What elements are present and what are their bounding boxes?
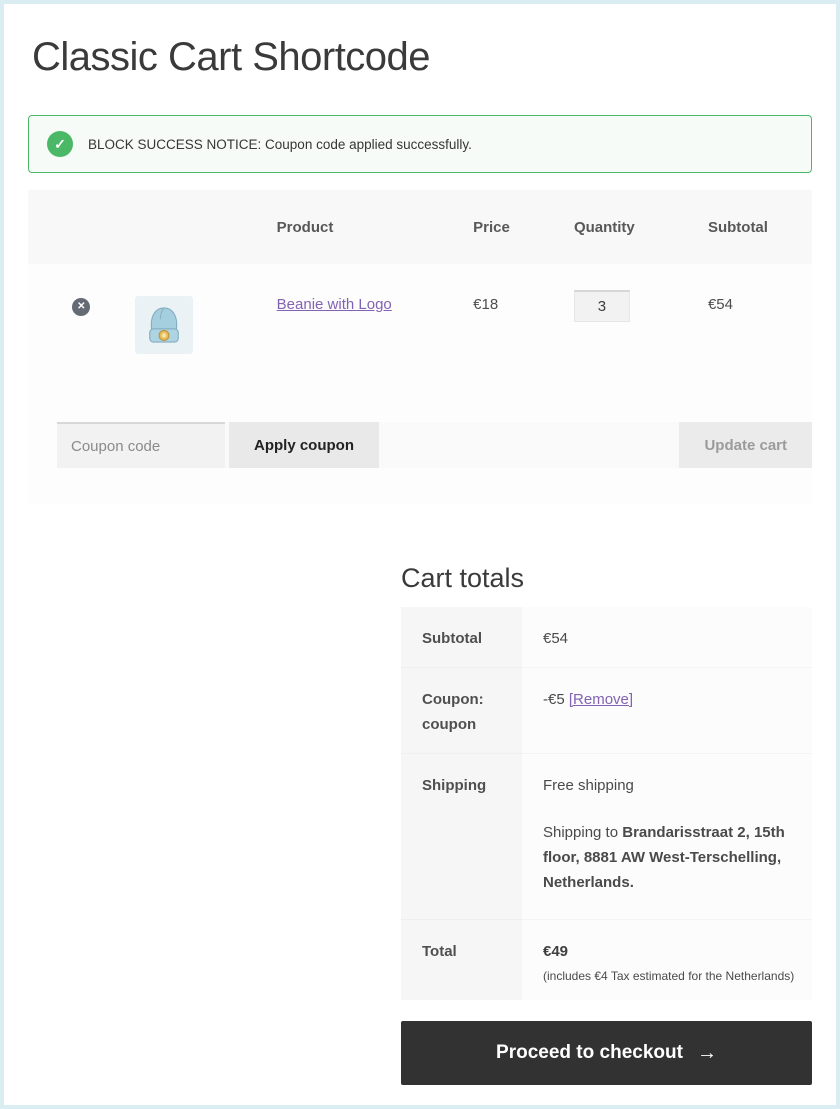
- cart-page: Classic Cart Shortcode ✓ BLOCK SUCCESS N…: [4, 34, 836, 1105]
- remove-coupon-link[interactable]: [Remove]: [569, 691, 633, 708]
- cart-item-row: ✕ Beanie with Logo €18 3 €54: [28, 264, 812, 390]
- total-label: Total: [401, 919, 522, 1000]
- cart-table-header-row: Product Price Quantity Subtotal: [28, 190, 812, 264]
- subtotal-column-header: Subtotal: [678, 190, 812, 264]
- cart-collaterals: Cart totals Subtotal €54 Coupon: coupon …: [401, 562, 812, 1085]
- cart-totals-heading: Cart totals: [401, 563, 525, 593]
- arrow-right-icon: →: [696, 1041, 717, 1064]
- success-notice-text: BLOCK SUCCESS NOTICE: Coupon code applie…: [88, 136, 472, 152]
- shipping-to-prefix: Shipping to: [543, 824, 623, 841]
- proceed-to-checkout-button[interactable]: Proceed to checkout →: [401, 1021, 812, 1085]
- shipping-method: Free shipping: [543, 777, 634, 794]
- product-price-cell: €18: [444, 264, 545, 390]
- cart-actions-cell: Apply coupon Update cart: [28, 390, 812, 504]
- product-name-cell: Beanie with Logo: [247, 264, 445, 390]
- page-title: Classic Cart Shortcode: [32, 35, 431, 79]
- actions-spacer: [379, 422, 679, 468]
- quantity-input[interactable]: [573, 290, 630, 322]
- total-row: Total €49 (includes €4 Tax estimated for…: [401, 919, 812, 1000]
- coupon-code-input[interactable]: [57, 422, 225, 468]
- shipping-destination: Shipping to Brandarisstraat 2, 15th floo…: [543, 820, 796, 895]
- total-amount: €49: [543, 943, 569, 960]
- success-check-icon: ✓: [47, 131, 73, 157]
- apply-coupon-button[interactable]: Apply coupon: [229, 422, 379, 468]
- coupon-discount-value: -€5: [543, 691, 565, 708]
- coupon-value-cell: -€5 [Remove]: [522, 667, 812, 754]
- product-column-header: Product: [247, 190, 445, 264]
- cart-actions-bar: Apply coupon Update cart: [57, 422, 812, 468]
- product-name-link[interactable]: Beanie with Logo: [277, 296, 392, 313]
- checkout-button-label: Proceed to checkout: [496, 1042, 683, 1063]
- remove-item-icon[interactable]: ✕: [72, 297, 91, 316]
- shipping-value-cell: Free shipping Shipping to Brandarisstraa…: [522, 753, 812, 920]
- product-thumbnail-cell: [105, 264, 248, 390]
- product-quantity-cell: [544, 264, 679, 390]
- success-notice: ✓ BLOCK SUCCESS NOTICE: Coupon code appl…: [28, 115, 812, 173]
- product-subtotal-cell: €54: [678, 264, 812, 390]
- product-thumbnail[interactable]: [134, 296, 193, 354]
- beanie-image: [148, 307, 179, 343]
- subtotal-row: Subtotal €54: [401, 607, 812, 668]
- thumbnail-column-header: [105, 190, 248, 264]
- update-cart-button[interactable]: Update cart: [679, 422, 812, 468]
- remove-item-cell: ✕: [28, 264, 106, 390]
- shipping-label: Shipping: [401, 753, 522, 920]
- cart-table: Product Price Quantity Subtotal ✕ Beanie…: [28, 190, 812, 504]
- coupon-label: Coupon: coupon: [401, 667, 522, 754]
- coupon-row: Coupon: coupon -€5 [Remove]: [401, 667, 812, 754]
- cart-actions-row: Apply coupon Update cart: [28, 390, 812, 504]
- shipping-row: Shipping Free shipping Shipping to Brand…: [401, 753, 812, 920]
- quantity-column-header: Quantity: [544, 190, 679, 264]
- subtotal-label: Subtotal: [401, 607, 522, 668]
- remove-column-header: [28, 190, 106, 264]
- subtotal-value: €54: [522, 607, 812, 668]
- tax-note: (includes €4 Tax estimated for the Nethe…: [543, 969, 795, 983]
- price-column-header: Price: [444, 190, 545, 264]
- cart-totals-table: Subtotal €54 Coupon: coupon -€5 [Remove]…: [401, 607, 812, 1000]
- total-value-cell: €49 (includes €4 Tax estimated for the N…: [522, 919, 812, 1000]
